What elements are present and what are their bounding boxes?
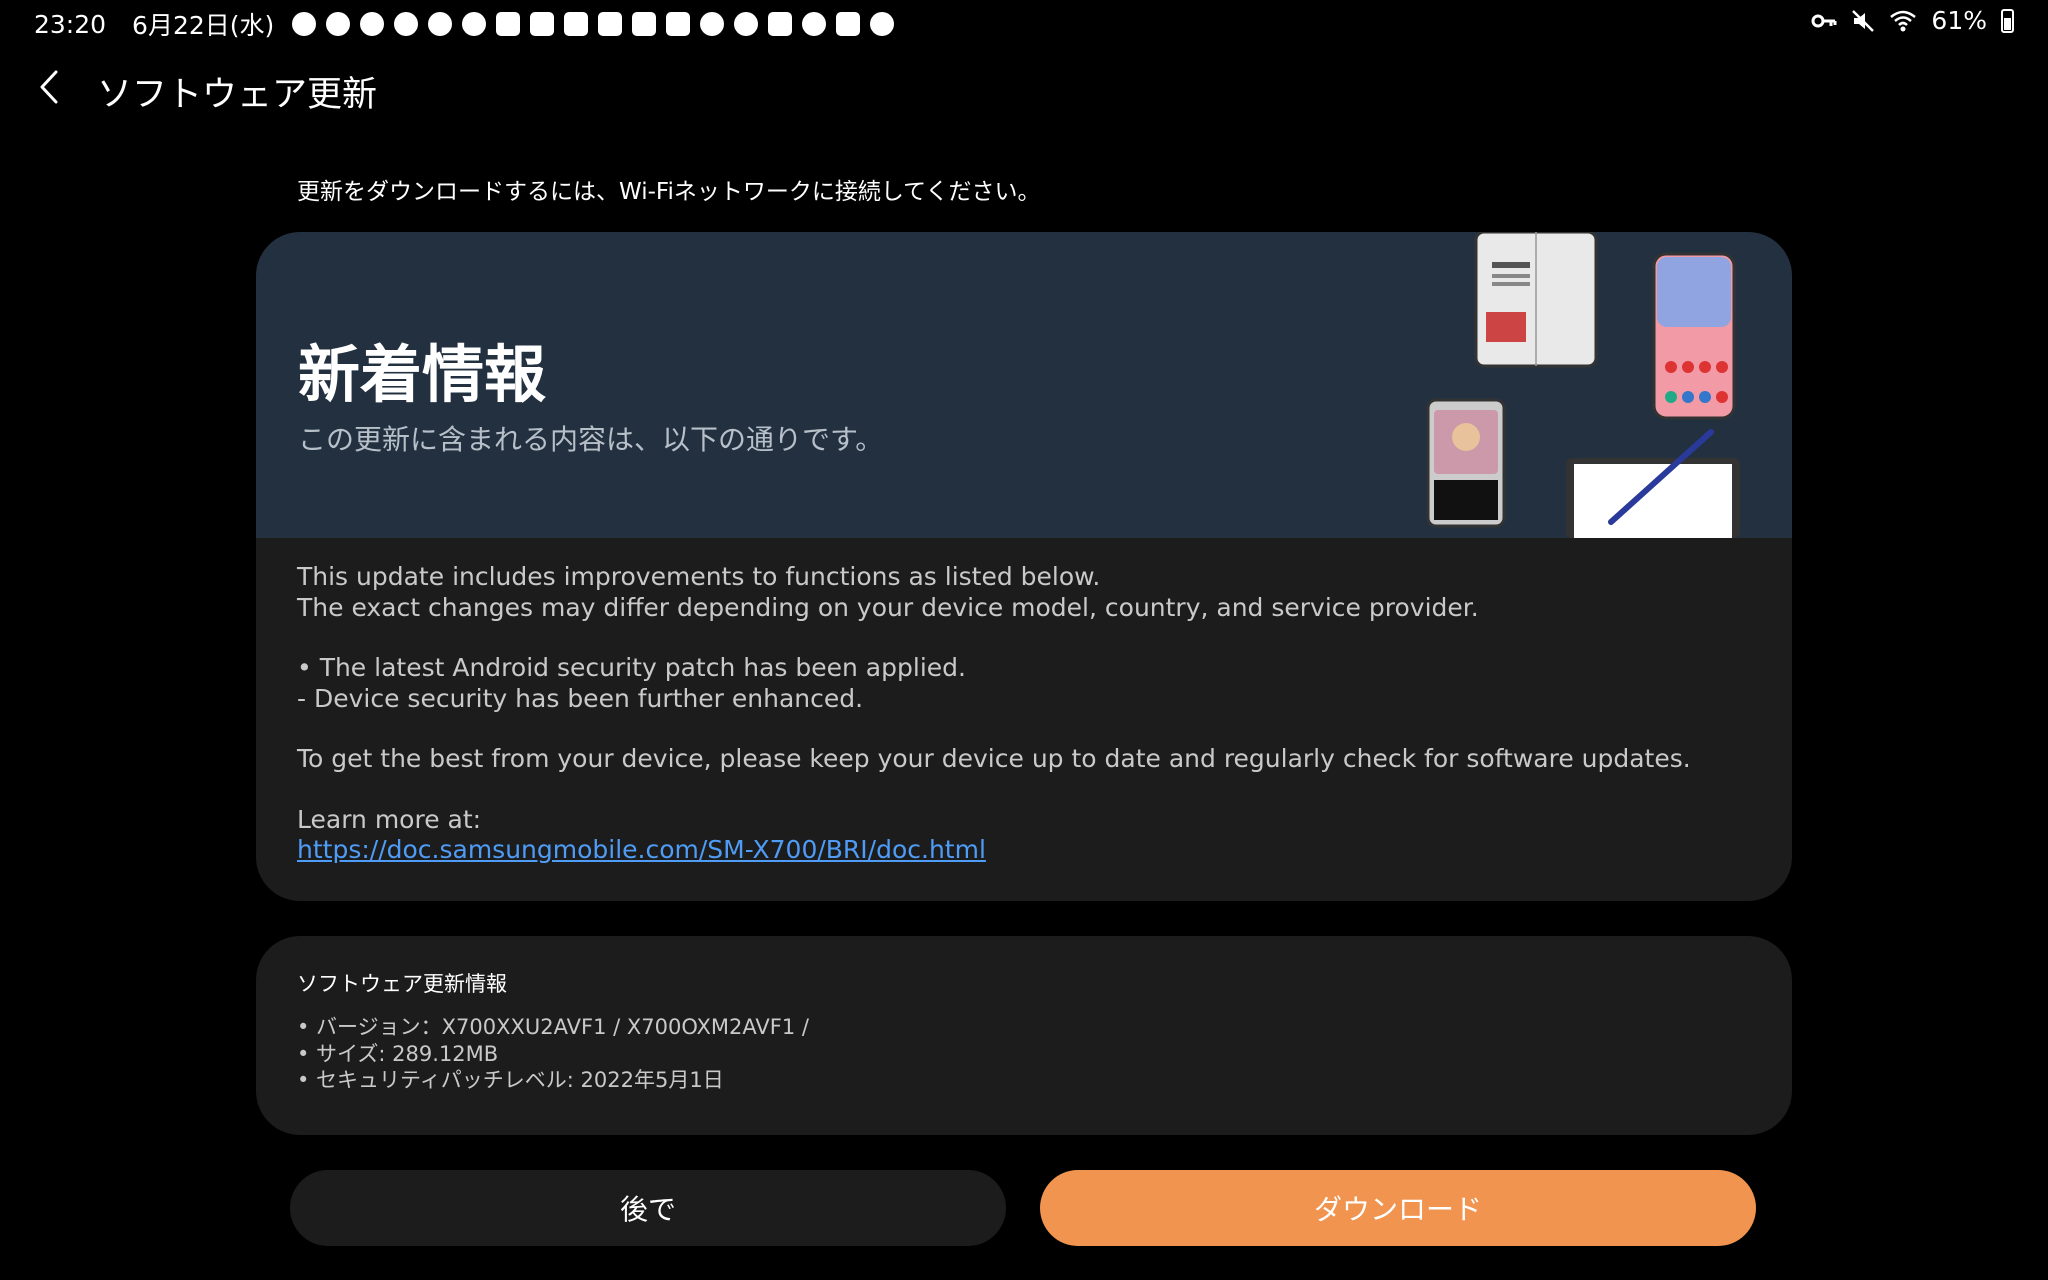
youtube-icon	[530, 12, 555, 36]
whats-new-card[interactable]: 新着情報 この更新に含まれる内容は、以下の通りです。 This update i…	[256, 232, 1792, 901]
status-date: 6月22日(水)	[132, 11, 275, 40]
whats-new-body: This update includes improvements to fun…	[297, 562, 1751, 866]
info-security-patch: • セキュリティパッチレベル: 2022年5月1日	[297, 1068, 724, 1092]
body-line: • The latest Android security patch has …	[297, 653, 966, 682]
crown-icon	[768, 12, 793, 36]
gmail-icon	[836, 12, 861, 36]
cloud-icon	[360, 12, 385, 36]
page-title: ソフトウェア更新	[97, 75, 378, 115]
whats-new-title: 新着情報	[298, 338, 547, 411]
cloud-icon	[870, 12, 895, 36]
learn-more-link[interactable]: https://doc.samsungmobile.com/SM-X700/BR…	[297, 835, 986, 864]
whats-new-banner: 新着情報 この更新に含まれる内容は、以下の通りです。	[256, 232, 1792, 538]
cloud-icon	[394, 12, 419, 36]
mail-icon	[666, 12, 691, 36]
info-version: • バージョン：X700XXU2AVF1 / X700OXM2AVF1 /	[297, 1015, 809, 1039]
software-info-title: ソフトウェア更新情報	[297, 972, 507, 996]
cloud-icon	[292, 12, 317, 36]
music-icon	[734, 12, 759, 36]
body-line: Learn more at:	[297, 804, 482, 834]
battery-percent: 61%	[1931, 6, 1987, 35]
software-info-card: ソフトウェア更新情報 • バージョン：X700XXU2AVF1 / X700OX…	[256, 936, 1792, 1135]
cloud-icon	[326, 12, 351, 36]
youtube-icon	[598, 12, 623, 36]
target-icon	[802, 12, 827, 36]
software-info-list: • バージョン：X700XXU2AVF1 / X700OXM2AVF1 / • …	[297, 1014, 809, 1094]
chevron-left-icon	[40, 70, 58, 104]
check-icon	[632, 12, 657, 36]
status-time: 23:20	[34, 9, 107, 39]
youtube-icon	[564, 12, 589, 36]
wifi-icon	[1890, 10, 1917, 31]
info-size: • サイズ: 289.12MB	[297, 1041, 499, 1066]
mute-icon	[1852, 9, 1875, 32]
status-bar-left: 23:20 6月22日(水)	[34, 6, 895, 42]
status-bar: 23:20 6月22日(水) 61%	[0, 0, 2048, 42]
cloud-icon	[462, 12, 487, 36]
back-button[interactable]	[26, 64, 72, 110]
body-line: - Device security has been further enhan…	[297, 683, 864, 713]
whats-new-subtitle: この更新に含まれる内容は、以下の通りです。	[298, 423, 884, 456]
youtube-icon	[496, 12, 521, 36]
body-line: To get the best from your device, please…	[297, 744, 1691, 773]
wifi-connect-message: 更新をダウンロードするには、Wi-Fiネットワークに接続してください。	[297, 179, 1041, 205]
download-button[interactable]: ダウンロード	[1040, 1170, 1756, 1246]
devices-illustration	[1426, 232, 1740, 538]
battery-icon	[2001, 8, 2014, 33]
notification-icons	[292, 12, 895, 36]
body-line: The exact changes may differ depending o…	[297, 592, 1479, 622]
later-button[interactable]: 後で	[290, 1170, 1006, 1246]
app-bar: ソフトウェア更新	[0, 58, 2048, 118]
status-bar-right: 61%	[1811, 6, 2014, 35]
key-icon	[1811, 14, 1837, 27]
feather-icon	[700, 12, 725, 36]
cloud-icon	[428, 12, 453, 36]
body-line: This update includes improvements to fun…	[297, 562, 1101, 591]
